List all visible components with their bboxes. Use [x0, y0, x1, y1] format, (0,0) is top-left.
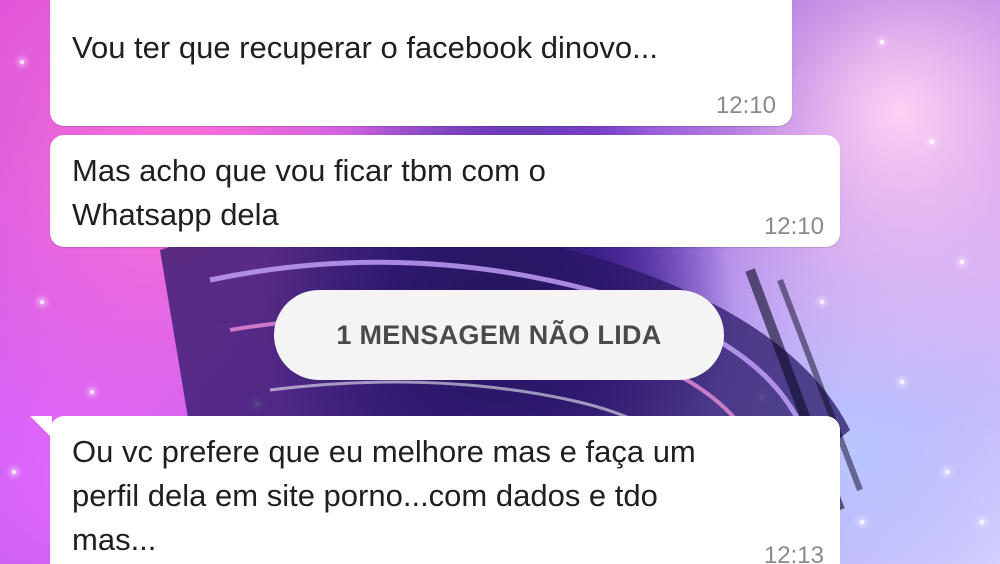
message-bubble[interactable]: Mas acho que vou ficar tbm com o Whatsap…	[50, 135, 840, 247]
unread-messages-divider: 1 MENSAGEM NÃO LIDA	[274, 290, 724, 380]
message-timestamp: 12:10	[715, 92, 776, 119]
bubble-tail	[30, 416, 52, 438]
message-timestamp: 12:10	[763, 213, 824, 240]
message-timestamp: 12:13	[763, 542, 824, 564]
chat-area: Vou ter que recuperar o facebook dinovo.…	[0, 0, 1000, 564]
message-text: Vou ter que recuperar o facebook dinovo.…	[72, 30, 658, 65]
message-bubble[interactable]: Ou vc prefere que eu melhore mas e faça …	[30, 416, 840, 564]
message-bubble[interactable]: Vou ter que recuperar o facebook dinovo.…	[50, 0, 792, 126]
message-text: Ou vc prefere que eu melhore mas e faça …	[72, 434, 696, 557]
message-text: Mas acho que vou ficar tbm com o Whatsap…	[72, 153, 546, 232]
